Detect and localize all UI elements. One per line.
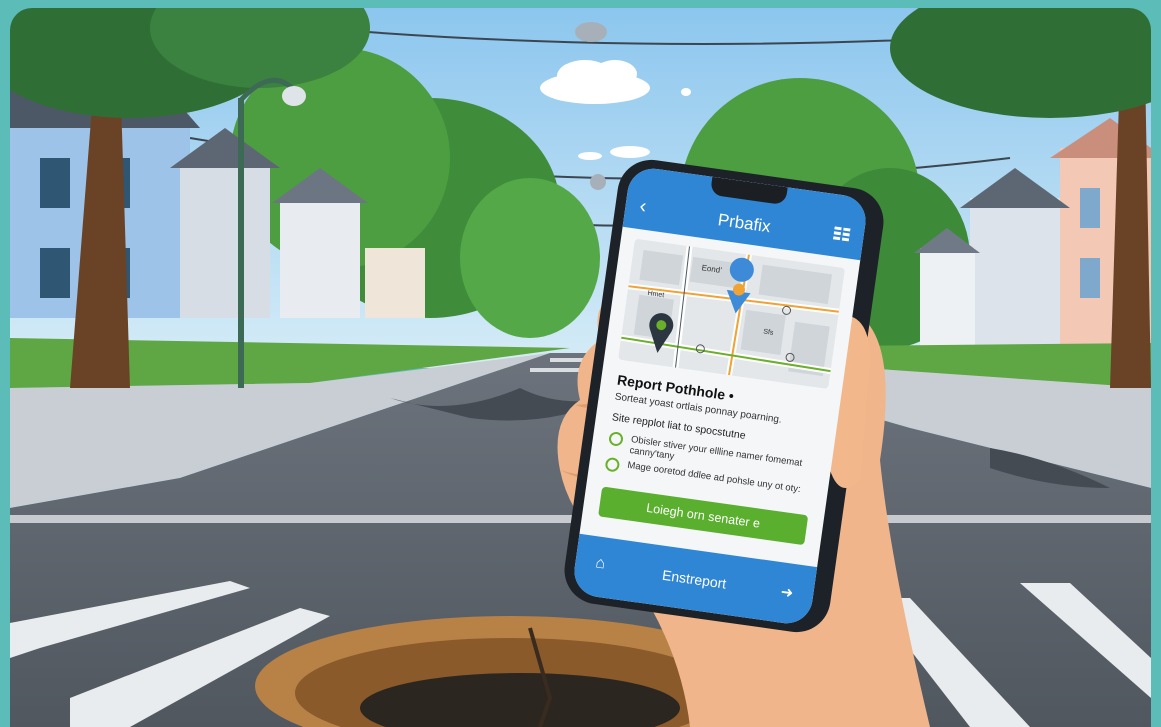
map-view[interactable]: Eond' Hmet Sfs	[618, 238, 846, 389]
submit-report-button[interactable]: Loiegh orn senater e	[598, 486, 809, 546]
map-label: Sfs	[763, 328, 774, 336]
share-icon[interactable]: ➜	[780, 582, 795, 602]
hand-holding-phone	[557, 159, 930, 727]
check-circle-icon[interactable]	[604, 456, 621, 473]
radio-circle-icon[interactable]	[608, 431, 624, 447]
map-graphic: Eond' Hmet Sfs	[618, 238, 846, 389]
grid-menu-icon[interactable]	[832, 226, 851, 242]
bottom-bar-label[interactable]: Enstreport	[574, 555, 814, 604]
